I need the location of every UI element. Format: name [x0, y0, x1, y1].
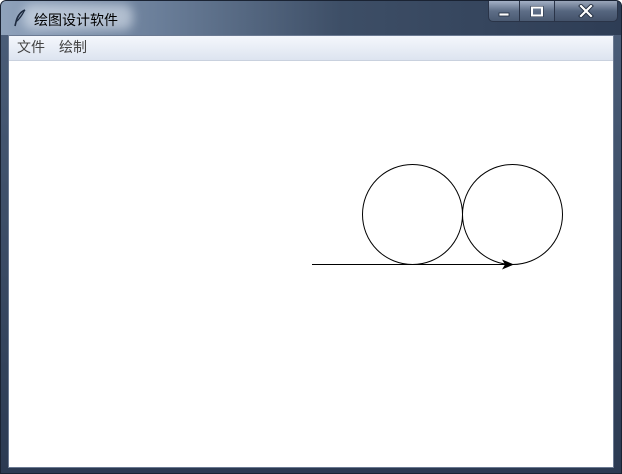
- circle-left: [362, 164, 463, 265]
- maximize-button[interactable]: [519, 1, 555, 22]
- feather-icon: [14, 9, 26, 27]
- drawing-canvas[interactable]: [9, 62, 613, 467]
- close-button[interactable]: [554, 1, 618, 22]
- circle-right: [462, 164, 563, 265]
- menu-file[interactable]: 文件: [9, 36, 52, 61]
- minimize-icon: [498, 12, 510, 17]
- maximize-icon: [530, 5, 544, 17]
- menu-bar: 文件 绘制: [9, 36, 613, 61]
- menu-draw[interactable]: 绘制: [52, 36, 94, 61]
- close-icon: [578, 4, 594, 18]
- minimize-button[interactable]: [488, 1, 520, 22]
- window-title: 绘图设计软件: [34, 13, 118, 29]
- client-area: 文件 绘制: [8, 35, 614, 468]
- title-bar[interactable]: 绘图设计软件: [1, 1, 621, 35]
- app-window: 绘图设计软件 文件 绘制: [0, 0, 622, 474]
